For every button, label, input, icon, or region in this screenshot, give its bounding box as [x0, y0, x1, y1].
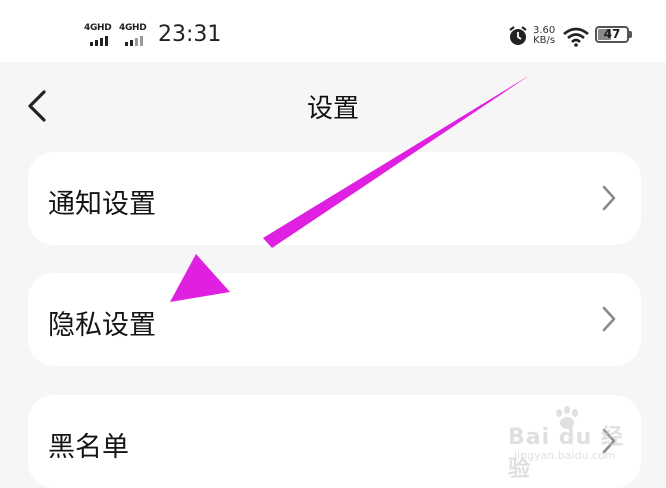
arrow-shaft [263, 75, 530, 248]
arrow-head [170, 254, 230, 302]
watermark: Bai du 经验 jingyan.baidu.com [508, 405, 638, 482]
watermark-url: jingyan.baidu.com [514, 449, 616, 462]
